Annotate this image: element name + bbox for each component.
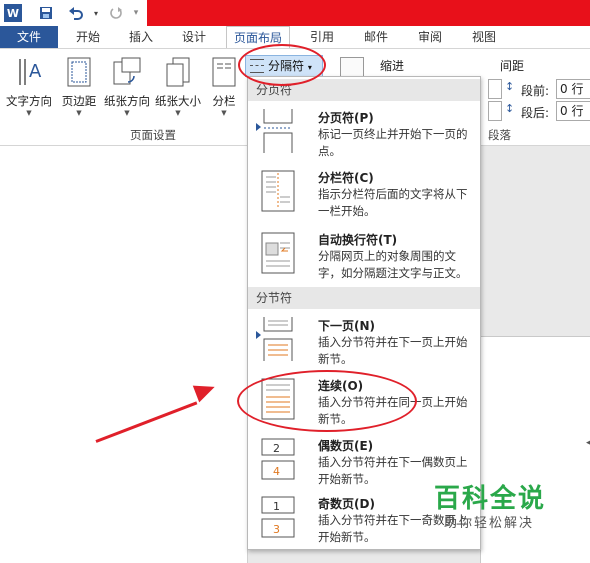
svg-text:A: A xyxy=(29,61,42,82)
even-page-icon: 24 xyxy=(261,438,295,480)
chevron-down-icon: ▼ xyxy=(124,109,130,117)
spacing-after-icon: ↕ xyxy=(505,102,515,115)
indent-left-spinner[interactable] xyxy=(488,79,502,99)
svg-text:1: 1 xyxy=(273,500,280,513)
chevron-down-icon: ▼ xyxy=(76,109,82,117)
page-break-icon xyxy=(263,109,293,153)
spacing-before-label: 段前: xyxy=(521,84,550,98)
next-page-icon xyxy=(263,317,293,361)
text-wrapping-icon xyxy=(261,232,295,274)
indent-label: 缩进 xyxy=(380,59,405,73)
menu-item-title: 奇数页(D) xyxy=(318,497,375,511)
menu-item-desc: 标记一页终止并开始下一页的点。 xyxy=(318,127,468,158)
columns-label: 分栏 xyxy=(212,94,236,108)
menu-item-title: 下一页(N) xyxy=(318,319,376,333)
spacing-before-icon: ↕ xyxy=(505,80,515,93)
menu-item-text-wrapping-break[interactable]: 自动换行符(T) 分隔网页上的对象周围的文字，如分隔题注文字与正文。 xyxy=(248,231,480,287)
menu-item-title: 自动换行符(T) xyxy=(318,233,398,247)
annotation-oval-breaks xyxy=(238,44,326,86)
menu-item-desc: 指示分栏符后面的文字将从下一栏开始。 xyxy=(318,187,468,218)
tab-design[interactable]: 设计 xyxy=(170,26,218,48)
menu-item-column-break[interactable]: 分栏符(C) 指示分栏符后面的文字将从下一栏开始。 xyxy=(248,169,480,221)
orientation-button[interactable]: 纸张方向 ▼ xyxy=(102,53,152,117)
orientation-label: 纸张方向 xyxy=(104,94,150,108)
text-direction-label: 文字方向 xyxy=(6,94,52,108)
margins-button[interactable]: 页边距 ▼ xyxy=(54,53,104,117)
tab-file[interactable]: 文件 xyxy=(0,26,58,48)
undo-dropdown-icon[interactable]: ▾ xyxy=(86,3,106,23)
tab-insert[interactable]: 插入 xyxy=(117,26,165,48)
page-setup-group-label: 页面设置 xyxy=(130,128,176,142)
menu-item-desc: 插入分节符并在下一页上开始新节。 xyxy=(318,335,468,366)
odd-page-icon: 13 xyxy=(261,496,295,538)
menu-item-next-page[interactable]: 下一页(N) 插入分节符并在下一页上开始新节。 xyxy=(248,317,480,373)
orientation-icon xyxy=(102,53,152,91)
spacing-label: 间距 xyxy=(500,59,525,73)
paper-size-icon xyxy=(153,53,203,91)
size-button[interactable]: 纸张大小 ▼ xyxy=(153,53,203,117)
svg-text:3: 3 xyxy=(273,523,280,536)
tab-home[interactable]: 开始 xyxy=(64,26,112,48)
margins-icon xyxy=(54,53,104,91)
title-bar-accent xyxy=(147,0,590,26)
redo-icon[interactable] xyxy=(106,3,126,23)
text-direction-button[interactable]: A 文字方向 ▼ xyxy=(4,53,54,117)
text-direction-icon: A xyxy=(4,53,54,91)
menu-item-page-break[interactable]: 分页符(P) 标记一页终止并开始下一页的点。 xyxy=(248,109,480,161)
watermark-subtitle: 助你轻松解决 xyxy=(444,516,535,531)
menu-item-title: 分页符(P) xyxy=(318,111,374,125)
section-breaks-header: 分节符 xyxy=(248,287,480,309)
indent-right-spinner[interactable] xyxy=(488,101,502,121)
tab-mailings[interactable]: 邮件 xyxy=(354,26,398,48)
menu-item-title: 偶数页(E) xyxy=(318,439,374,453)
save-icon[interactable] xyxy=(36,3,56,23)
chevron-down-icon: ▼ xyxy=(26,109,32,117)
watermark-title: 百科全说 xyxy=(434,484,547,514)
undo-icon[interactable] xyxy=(66,3,86,23)
margins-label: 页边距 xyxy=(61,94,97,108)
tab-view[interactable]: 视图 xyxy=(462,26,506,48)
chevron-down-icon: ▼ xyxy=(221,109,227,117)
document-page[interactable] xyxy=(0,146,248,563)
svg-text:2: 2 xyxy=(273,442,280,455)
menu-item-desc: 分隔网页上的对象周围的文字，如分隔题注文字与正文。 xyxy=(318,249,468,280)
word-logo-icon: W xyxy=(4,4,22,22)
title-bar: W ▾ ▾ xyxy=(0,0,590,26)
scroll-marker-icon: ◂ xyxy=(586,438,590,448)
paragraph-group-label: 段落 xyxy=(488,128,511,142)
spacing-before-input[interactable]: 0 行 xyxy=(556,79,590,99)
annotation-oval-continuous xyxy=(237,370,417,432)
chevron-down-icon: ▼ xyxy=(175,109,181,117)
column-break-icon xyxy=(261,170,295,212)
svg-text:4: 4 xyxy=(273,465,280,478)
size-label: 纸张大小 xyxy=(155,94,201,108)
tab-references[interactable]: 引用 xyxy=(300,26,344,48)
customize-qat-icon[interactable]: ▾ xyxy=(126,3,146,23)
tab-review[interactable]: 审阅 xyxy=(408,26,452,48)
spacing-after-label: 段后: xyxy=(521,106,550,120)
spacing-after-input[interactable]: 0 行 xyxy=(556,101,590,121)
menu-item-title: 分栏符(C) xyxy=(318,171,374,185)
